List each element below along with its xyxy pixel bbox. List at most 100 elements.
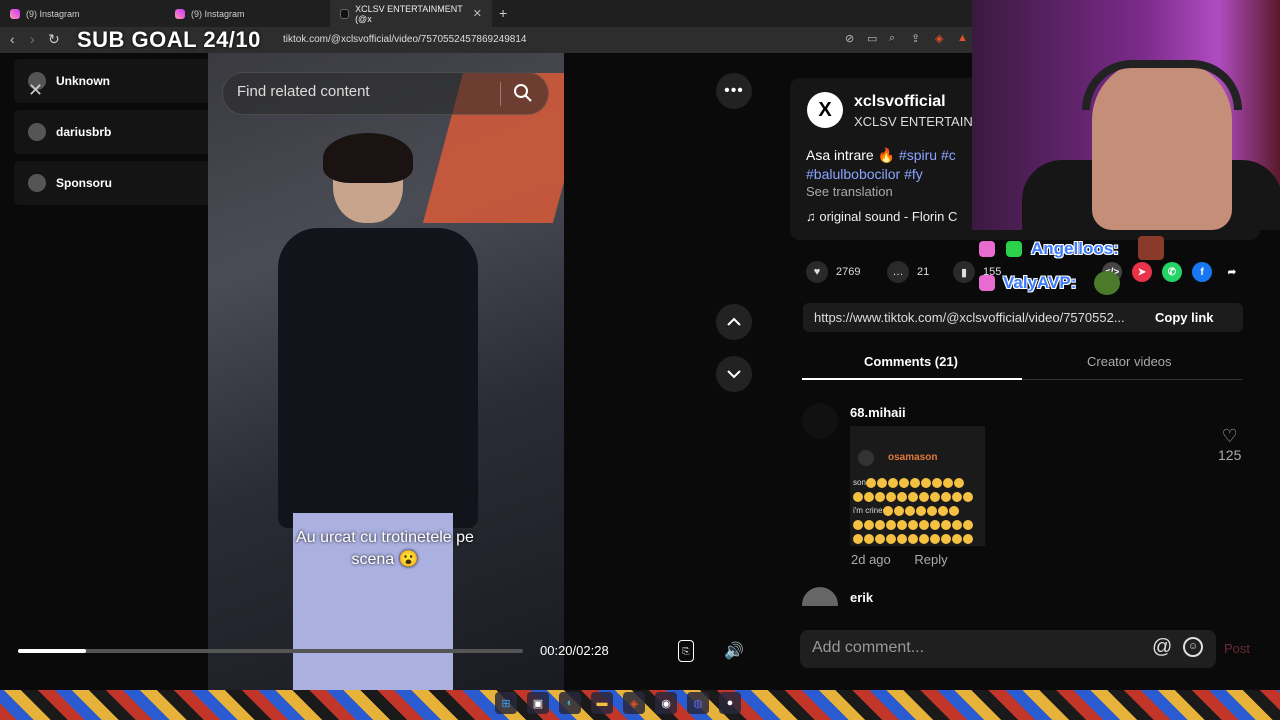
mention-icon[interactable]: @ (1152, 636, 1172, 659)
comment-like-count: 125 (1218, 447, 1242, 463)
share-page-icon[interactable]: ⇪ (911, 32, 920, 45)
music-note-icon: ♫ (806, 209, 820, 224)
hashtag[interactable]: #spiru (899, 147, 937, 163)
tab-title: XCLSV ENTERTAINMENT (@x (355, 3, 463, 24)
chat-emote (1094, 271, 1120, 295)
commenter-avatar[interactable] (802, 403, 838, 439)
stream-sub-goal-overlay: SUB GOAL 24/10 (77, 27, 261, 52)
brave-shield-icon[interactable]: ◈ (935, 32, 943, 45)
tiktok-icon (340, 8, 350, 19)
account-name: Unknown (56, 74, 110, 88)
chevron-up-icon (727, 317, 741, 326)
facebook-icon[interactable]: f (1192, 262, 1212, 282)
taskbar-icons: ⊞ ▣ ◐ ▬ ◈ ◉ ◍ ● (495, 692, 741, 714)
avatar (28, 174, 46, 192)
commenter-name[interactable]: 68.mihaii (850, 405, 906, 420)
tab-creator-videos[interactable]: Creator videos (1087, 354, 1172, 369)
comment-gif: osamason son i'm crine (850, 426, 985, 546)
discord-icon[interactable]: ◍ (687, 692, 709, 714)
file-explorer-icon[interactable]: ▬ (591, 692, 613, 714)
related-search-box (222, 72, 549, 115)
comment-meta: 2d ago Reply (851, 552, 968, 567)
task-view-icon[interactable]: ▣ (527, 692, 549, 714)
author-avatar[interactable]: X (807, 92, 843, 128)
author-username[interactable]: xclsvofficial (854, 93, 946, 111)
pip-icon[interactable]: ⎘ (678, 640, 694, 662)
tab-title: (9) Instagram (191, 8, 245, 19)
close-tab-icon[interactable]: ✕ (473, 7, 482, 20)
hashtag[interactable]: #c (941, 147, 956, 163)
previous-video-button[interactable] (716, 304, 752, 340)
brave-icon[interactable]: ◈ (623, 692, 645, 714)
copy-link-button[interactable]: Copy link (1155, 310, 1214, 325)
avatar (28, 123, 46, 141)
heart-outline-icon: ♡ (1221, 426, 1238, 446)
chat-badge-icon (979, 241, 995, 257)
close-icon[interactable]: ✕ (28, 80, 43, 101)
browser-tab-instagram-2[interactable]: (9) Instagram (165, 0, 330, 27)
comments-tabs: Comments (21) Creator videos (802, 350, 1242, 380)
chat-emote (1138, 236, 1164, 260)
video-link[interactable]: https://www.tiktok.com/@xclsvofficial/vi… (814, 310, 1149, 325)
see-translation-link[interactable]: See translation (806, 184, 893, 199)
video-caption: Au urcat cu trotinetele pe scena 😮 (296, 529, 474, 568)
steam-icon[interactable]: ◉ (655, 692, 677, 714)
heart-icon: ♥ (806, 261, 828, 283)
reader-icon[interactable]: ⊘ (845, 32, 854, 45)
post-button[interactable]: Post (1224, 641, 1250, 656)
search-input[interactable] (237, 83, 487, 100)
browser-tab-instagram-1[interactable]: (9) Instagram (0, 0, 165, 27)
hashtag[interactable]: #balulbobocilor (806, 166, 900, 182)
instagram-icon (10, 8, 20, 19)
copy-link-box: https://www.tiktok.com/@xclsvofficial/vi… (803, 303, 1243, 332)
tab-title: (9) Instagram (26, 8, 80, 19)
share-arrow-icon[interactable]: ➦ (1222, 262, 1242, 282)
edge-icon[interactable]: ◐ (559, 692, 581, 714)
reload-icon[interactable]: ↻ (48, 31, 60, 48)
back-icon[interactable]: ‹ (10, 31, 15, 47)
emoji-icon[interactable]: ☺ (1183, 637, 1203, 657)
windows-start-icon[interactable]: ⊞ (495, 692, 517, 714)
comment-button[interactable]: … 21 (887, 261, 929, 283)
sound-link[interactable]: ♫ original sound - Florin C (806, 209, 957, 224)
volume-icon[interactable]: 🔊 (721, 638, 747, 664)
bookmark-icon: ▮ (953, 261, 975, 283)
url-field[interactable]: tiktok.com/@xclsvofficial/video/75705524… (283, 34, 526, 45)
account-name: dariusbrb (56, 125, 112, 139)
send-icon[interactable]: ➤ (1132, 262, 1152, 282)
whatsapp-icon[interactable]: ✆ (1162, 262, 1182, 282)
video-progress-bar[interactable] (18, 649, 523, 653)
next-video-button[interactable] (716, 356, 752, 392)
hashtag[interactable]: #fy (904, 166, 923, 182)
reply-button[interactable]: Reply (914, 552, 947, 567)
stream-chat-username: Angelloos: (1031, 239, 1119, 258)
video-description: Asa intrare 🔥 #spiru #c #balulbobocilor … (806, 147, 956, 182)
cast-icon[interactable]: ▭ (867, 32, 877, 45)
streamer-webcam (972, 0, 1280, 230)
video-player[interactable] (208, 53, 564, 690)
tab-comments[interactable]: Comments (21) (864, 354, 958, 369)
new-tab-icon[interactable]: + (499, 5, 507, 21)
video-time: 00:20/02:28 (540, 643, 609, 658)
author-display-name: XCLSV ENTERTAINI (854, 114, 977, 129)
gift-badge-icon (1006, 241, 1022, 257)
comment-like-button[interactable]: ♡ 125 (1218, 426, 1241, 463)
comment-input[interactable] (812, 639, 1132, 657)
browser-tab-tiktok[interactable]: XCLSV ENTERTAINMENT (@x ✕ (330, 0, 492, 27)
obs-icon[interactable]: ● (719, 692, 741, 714)
commenter-name[interactable]: erik (850, 590, 873, 605)
comment-date: 2d ago (851, 552, 891, 567)
like-button[interactable]: ♥ 2769 (806, 261, 860, 283)
chevron-down-icon (727, 370, 741, 379)
more-options-button[interactable]: ••• (716, 73, 752, 109)
stream-chat-username: ValyAVP: (1003, 273, 1077, 292)
search-icon[interactable] (513, 83, 533, 108)
video-subject (268, 133, 488, 690)
brave-rewards-icon[interactable]: ▲ (957, 32, 968, 44)
account-name: Sponsoru (56, 176, 112, 190)
zoom-icon[interactable]: ⌕ (889, 32, 895, 45)
comment-icon: … (887, 261, 909, 283)
add-comment-box: @ ☺ (800, 630, 1216, 668)
instagram-icon (175, 8, 185, 19)
forward-icon[interactable]: › (30, 31, 35, 47)
